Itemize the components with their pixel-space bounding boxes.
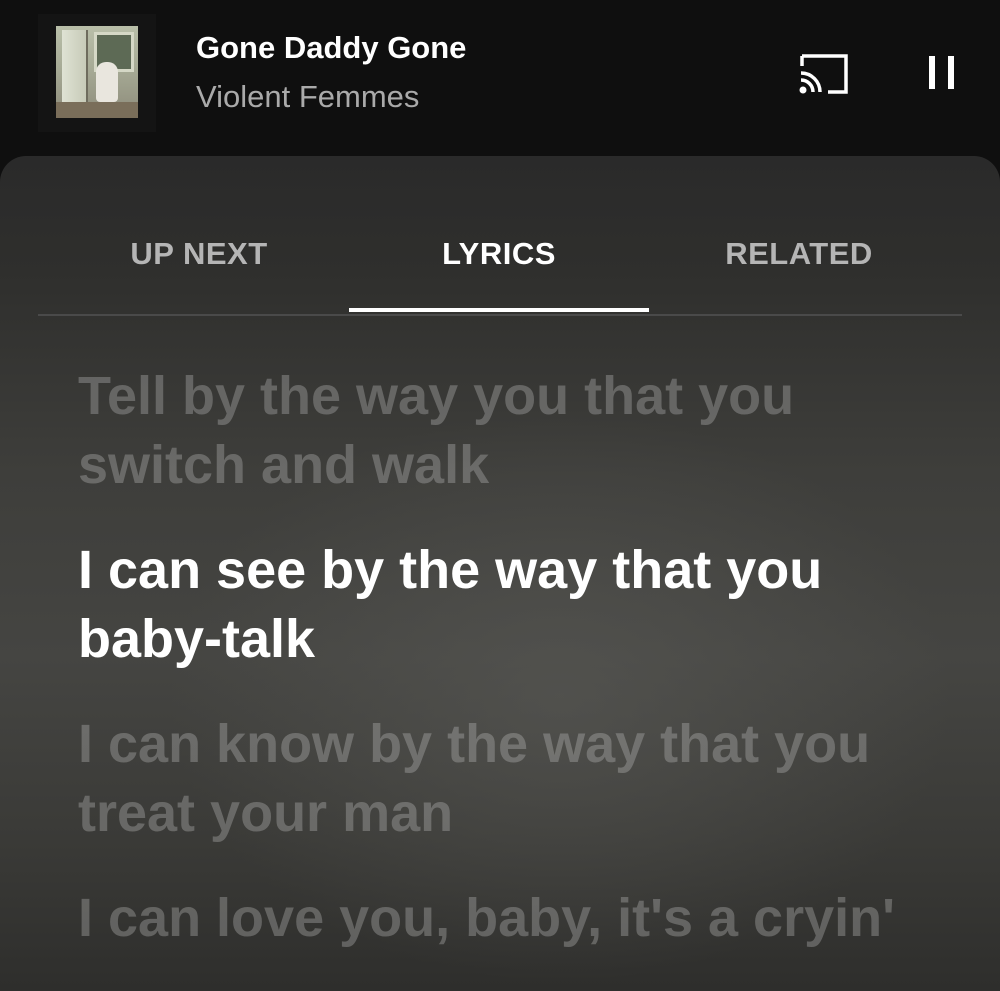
pause-icon-bar-left <box>929 56 935 89</box>
pause-button[interactable] <box>912 46 968 102</box>
tab-up-next[interactable]: UP NEXT <box>49 236 349 272</box>
lyric-line[interactable]: I can love you, baby, it's a cryin' <box>78 884 958 953</box>
lyrics-sheet: UP NEXT LYRICS RELATED Tell by the way y… <box>0 156 1000 991</box>
tab-bar: UP NEXT LYRICS RELATED <box>38 156 962 316</box>
active-tab-indicator <box>349 308 649 312</box>
music-player-screen: Gone Daddy Gone Violent Femmes UP NEXT L… <box>0 0 1000 991</box>
cast-button[interactable] <box>792 46 856 102</box>
tab-related[interactable]: RELATED <box>649 236 949 272</box>
lyric-line[interactable]: I can know by the way that you treat you… <box>78 710 958 848</box>
lyric-line-current[interactable]: I can see by the way that you baby-talk <box>78 536 958 674</box>
album-cover-door <box>62 30 88 110</box>
album-spine-decoration <box>38 24 52 120</box>
album-cover-ground <box>56 102 138 118</box>
mini-player[interactable]: Gone Daddy Gone Violent Femmes <box>0 0 1000 156</box>
pause-icon-bar-right <box>948 56 954 89</box>
lyric-line[interactable]: Tell by the way you that you switch and … <box>78 362 958 500</box>
track-title: Gone Daddy Gone <box>196 30 467 65</box>
tab-lyrics[interactable]: LYRICS <box>349 236 649 272</box>
lyrics-list[interactable]: Tell by the way you that you switch and … <box>78 362 958 989</box>
album-cover-image <box>56 26 138 118</box>
album-cover-figure <box>96 62 118 102</box>
track-artist: Violent Femmes <box>196 79 420 114</box>
album-art[interactable] <box>38 14 156 132</box>
cast-icon <box>799 54 848 94</box>
